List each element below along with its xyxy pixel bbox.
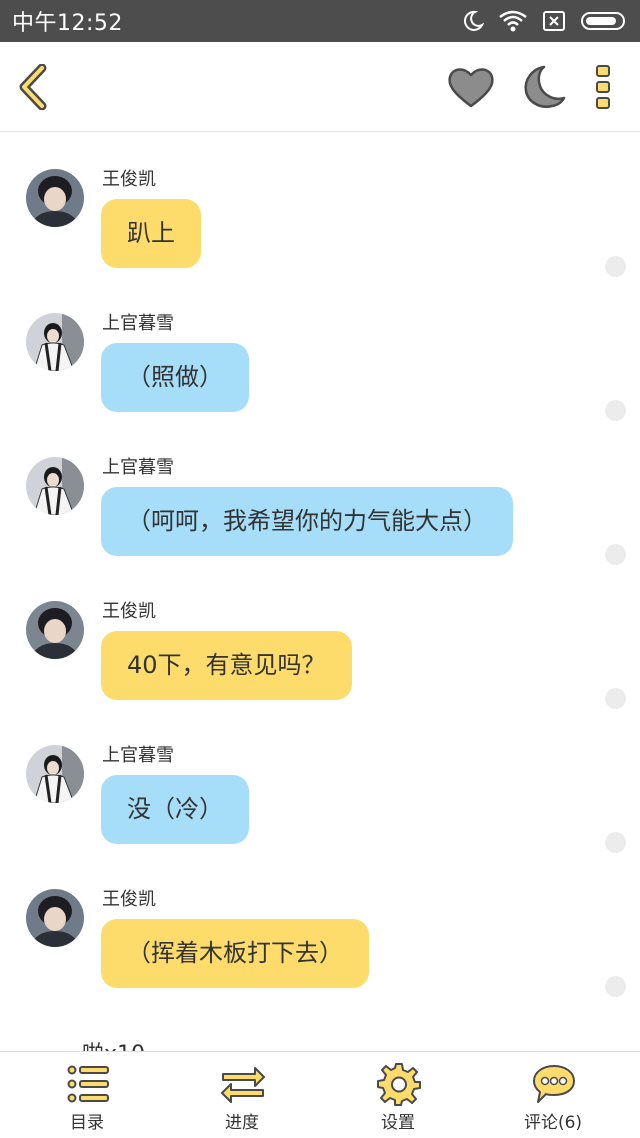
bottom-toolbar: 目录 进度 设置 评论(6) <box>0 1051 640 1138</box>
message-item: 上官暮雪 （照做） <box>0 277 640 421</box>
message-action-dot[interactable] <box>605 688 626 709</box>
message-item: 王俊凯 趴上 <box>0 133 640 277</box>
message-bubble: 没（冷） <box>101 775 249 844</box>
avatar-image <box>26 889 84 947</box>
message-item: 上官暮雪 （呵呵，我希望你的力气能大点） <box>0 421 640 565</box>
sender-name: 上官暮雪 <box>102 457 174 478</box>
night-mode-button[interactable] <box>518 64 568 110</box>
message-action-dot[interactable] <box>605 400 626 421</box>
more-options-button[interactable] <box>592 64 616 110</box>
reader-page: 中午12:52 王俊凯 趴上 上官暮雪 （照做） 上官暮雪 （呵呵，我希望你的力… <box>0 0 640 1138</box>
tab-progress[interactable]: 进度 <box>182 1052 302 1138</box>
message-item: 上官暮雪 没（冷） <box>0 709 640 853</box>
sender-name: 王俊凯 <box>102 169 156 190</box>
avatar-image <box>26 169 84 227</box>
chat-area[interactable]: 王俊凯 趴上 上官暮雪 （照做） 上官暮雪 （呵呵，我希望你的力气能大点） 王俊… <box>0 133 640 1051</box>
avatar-wang-junkai[interactable] <box>26 601 84 659</box>
message-bubble: 40下，有意见吗？ <box>101 631 352 700</box>
tab-settings[interactable]: 设置 <box>338 1052 458 1138</box>
top-bar <box>0 42 640 132</box>
avatar-image <box>26 745 84 803</box>
sender-name: 上官暮雪 <box>102 313 174 334</box>
battery-icon <box>581 12 625 30</box>
tab-catalog[interactable]: 目录 <box>27 1052 147 1138</box>
status-time: 中午12:52 <box>12 11 123 36</box>
avatar-wang-junkai[interactable] <box>26 169 84 227</box>
message-action-dot[interactable] <box>605 976 626 997</box>
avatar-wang-junkai[interactable] <box>26 889 84 947</box>
status-bar: 中午12:52 <box>0 0 640 42</box>
message-bubble: （挥着木板打下去） <box>101 919 369 988</box>
chevron-left-icon <box>19 63 47 111</box>
gear-icon <box>377 1063 421 1106</box>
message-bubble: 趴上 <box>101 199 201 268</box>
message-bubble: （照做） <box>101 343 249 412</box>
sender-name: 王俊凯 <box>102 601 156 622</box>
message-item: 王俊凯 40下，有意见吗？ <box>0 565 640 709</box>
avatar-image <box>26 601 84 659</box>
message-action-dot[interactable] <box>605 256 626 277</box>
tab-settings-label: 设置 <box>381 1113 415 1133</box>
back-button[interactable] <box>14 63 54 111</box>
more-vertical-icon <box>596 65 610 109</box>
tab-comments-label: 评论(6) <box>523 1113 583 1133</box>
avatar-shangguan-muxue[interactable] <box>26 745 84 803</box>
no-sim-icon <box>543 11 565 31</box>
swap-arrows-icon <box>221 1067 265 1103</box>
avatar-shangguan-muxue[interactable] <box>26 313 84 371</box>
message-item: 王俊凯 （挥着木板打下去） <box>0 853 640 997</box>
message-action-dot[interactable] <box>605 544 626 565</box>
moon-icon <box>524 65 566 108</box>
list-icon <box>67 1065 109 1103</box>
message-bubble: （呵呵，我希望你的力气能大点） <box>101 487 513 556</box>
avatar-image <box>26 313 84 371</box>
comment-bubble-icon <box>533 1065 575 1103</box>
avatar-shangguan-muxue[interactable] <box>26 457 84 515</box>
avatar-image <box>26 457 84 515</box>
do-not-disturb-moon-icon <box>463 10 484 31</box>
sender-name: 上官暮雪 <box>102 745 174 766</box>
tab-comments[interactable]: 评论(6) <box>493 1052 613 1138</box>
status-icons <box>462 9 628 33</box>
tab-catalog-label: 目录 <box>70 1113 104 1133</box>
heart-icon <box>448 68 494 108</box>
wifi-icon <box>499 10 527 32</box>
narration-text: 啪x10 <box>82 1036 145 1051</box>
tab-progress-label: 进度 <box>225 1113 259 1133</box>
message-action-dot[interactable] <box>605 832 626 853</box>
sender-name: 王俊凯 <box>102 889 156 910</box>
favorite-button[interactable] <box>446 64 496 110</box>
